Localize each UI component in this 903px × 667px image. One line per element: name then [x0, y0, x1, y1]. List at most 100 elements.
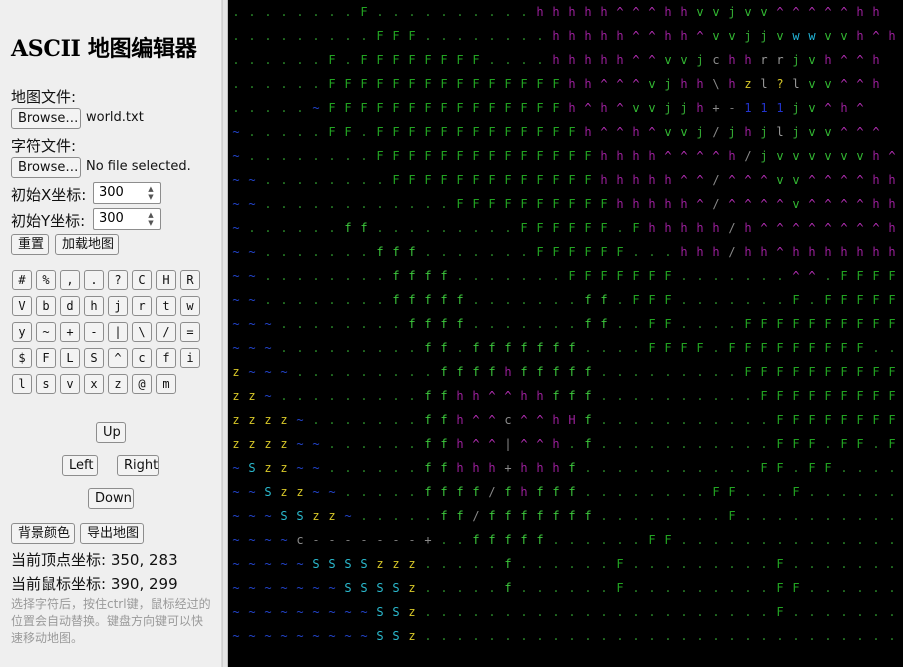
map-cell[interactable]: .	[596, 624, 612, 648]
map-cell[interactable]: .	[468, 552, 484, 576]
map-cell[interactable]: .	[532, 312, 548, 336]
map-cell[interactable]: .	[884, 576, 900, 600]
map-cell[interactable]: ~	[244, 240, 260, 264]
map-cell[interactable]: ~	[244, 288, 260, 312]
map-cell[interactable]: F	[820, 360, 836, 384]
map-cell[interactable]: .	[404, 0, 420, 24]
map-cell[interactable]: ^	[516, 432, 532, 456]
map-cell[interactable]: -	[388, 528, 404, 552]
map-cell[interactable]: z	[308, 504, 324, 528]
map-cell[interactable]: -	[324, 528, 340, 552]
map-cell[interactable]: F	[484, 96, 500, 120]
map-cell[interactable]: ~	[292, 552, 308, 576]
map-cell[interactable]: .	[356, 264, 372, 288]
map-cell[interactable]: F	[564, 240, 580, 264]
map-cell[interactable]: .	[724, 384, 740, 408]
map-cell[interactable]: .	[276, 240, 292, 264]
map-cell[interactable]: .	[868, 528, 884, 552]
map-cell[interactable]: f	[420, 480, 436, 504]
map-cell[interactable]: F	[532, 216, 548, 240]
map-cell[interactable]: .	[708, 624, 724, 648]
load-map-button[interactable]: 加载地图	[55, 234, 119, 255]
map-cell[interactable]: h	[676, 24, 692, 48]
map-cell[interactable]: .	[276, 96, 292, 120]
map-cell[interactable]: .	[644, 576, 660, 600]
map-cell[interactable]: F	[404, 120, 420, 144]
map-cell[interactable]: F	[484, 144, 500, 168]
map-cell[interactable]: F	[468, 168, 484, 192]
map-cell[interactable]: ~	[228, 312, 244, 336]
map-cell[interactable]: .	[276, 312, 292, 336]
map-cell[interactable]: .	[884, 504, 900, 528]
map-cell[interactable]: .	[788, 528, 804, 552]
map-cell[interactable]: F	[788, 384, 804, 408]
map-cell[interactable]: F	[820, 336, 836, 360]
map-cell[interactable]: .	[420, 504, 436, 528]
map-cell[interactable]: v	[804, 48, 820, 72]
map-cell[interactable]: .	[276, 120, 292, 144]
map-cell[interactable]: F	[772, 576, 788, 600]
map-cell[interactable]: ~	[308, 576, 324, 600]
map-cell[interactable]: .	[500, 624, 516, 648]
map-cell[interactable]: S	[260, 480, 276, 504]
map-cell[interactable]: .	[772, 288, 788, 312]
map-cell[interactable]: .	[452, 24, 468, 48]
map-cell[interactable]: ^	[884, 144, 900, 168]
map-cell[interactable]: ~	[292, 624, 308, 648]
map-cell[interactable]: f	[548, 480, 564, 504]
map-cell[interactable]: F	[452, 96, 468, 120]
map-cell[interactable]: .	[356, 240, 372, 264]
map-cell[interactable]: f	[580, 408, 596, 432]
map-cell[interactable]: .	[276, 384, 292, 408]
map-cell[interactable]: .	[708, 576, 724, 600]
map-cell[interactable]: .	[596, 552, 612, 576]
map-cell[interactable]: h	[868, 168, 884, 192]
map-cell[interactable]: .	[532, 24, 548, 48]
map-cell[interactable]: f	[484, 360, 500, 384]
map-cell[interactable]: F	[628, 216, 644, 240]
map-cell[interactable]: F	[612, 576, 628, 600]
map-cell[interactable]: .	[244, 144, 260, 168]
map-cell[interactable]: h	[692, 72, 708, 96]
map-cell[interactable]: .	[468, 624, 484, 648]
up-button[interactable]: Up	[96, 422, 126, 443]
map-cell[interactable]: F	[772, 336, 788, 360]
map-cell[interactable]: .	[292, 336, 308, 360]
map-cell[interactable]: h	[644, 144, 660, 168]
map-cell[interactable]: .	[340, 168, 356, 192]
map-cell[interactable]: .	[260, 192, 276, 216]
map-cell[interactable]: ^	[628, 72, 644, 96]
map-cell[interactable]: .	[484, 624, 500, 648]
map-cell[interactable]: .	[772, 624, 788, 648]
map-cell[interactable]: F	[772, 360, 788, 384]
map-cell[interactable]: .	[372, 456, 388, 480]
map-cell[interactable]: F	[388, 144, 404, 168]
map-cell[interactable]: .	[500, 264, 516, 288]
map-cell[interactable]: .	[516, 624, 532, 648]
map-cell[interactable]: .	[676, 600, 692, 624]
map-cell[interactable]: F	[452, 168, 468, 192]
map-cell[interactable]: .	[660, 504, 676, 528]
map-cell[interactable]: .	[372, 216, 388, 240]
map-cell[interactable]: f	[436, 504, 452, 528]
map-cell[interactable]: .	[788, 504, 804, 528]
map-cell[interactable]: f	[420, 264, 436, 288]
map-cell[interactable]: .	[580, 480, 596, 504]
map-cell[interactable]: .	[820, 552, 836, 576]
map-cell[interactable]: .	[228, 96, 244, 120]
map-cell[interactable]: ~	[228, 168, 244, 192]
background-color-button[interactable]: 背景颜色	[11, 523, 75, 544]
char-button[interactable]: V	[12, 296, 32, 316]
map-cell[interactable]: .	[340, 192, 356, 216]
map-cell[interactable]: .	[516, 240, 532, 264]
map-cell[interactable]: .	[692, 360, 708, 384]
map-cell[interactable]: ^	[500, 384, 516, 408]
char-button[interactable]: f	[156, 348, 176, 368]
map-cell[interactable]: .	[340, 480, 356, 504]
map-cell[interactable]: .	[660, 360, 676, 384]
map-cell[interactable]: -	[404, 528, 420, 552]
map-cell[interactable]: S	[356, 576, 372, 600]
map-cell[interactable]: .	[580, 600, 596, 624]
map-cell[interactable]: S	[340, 552, 356, 576]
map-cell[interactable]: .	[340, 384, 356, 408]
